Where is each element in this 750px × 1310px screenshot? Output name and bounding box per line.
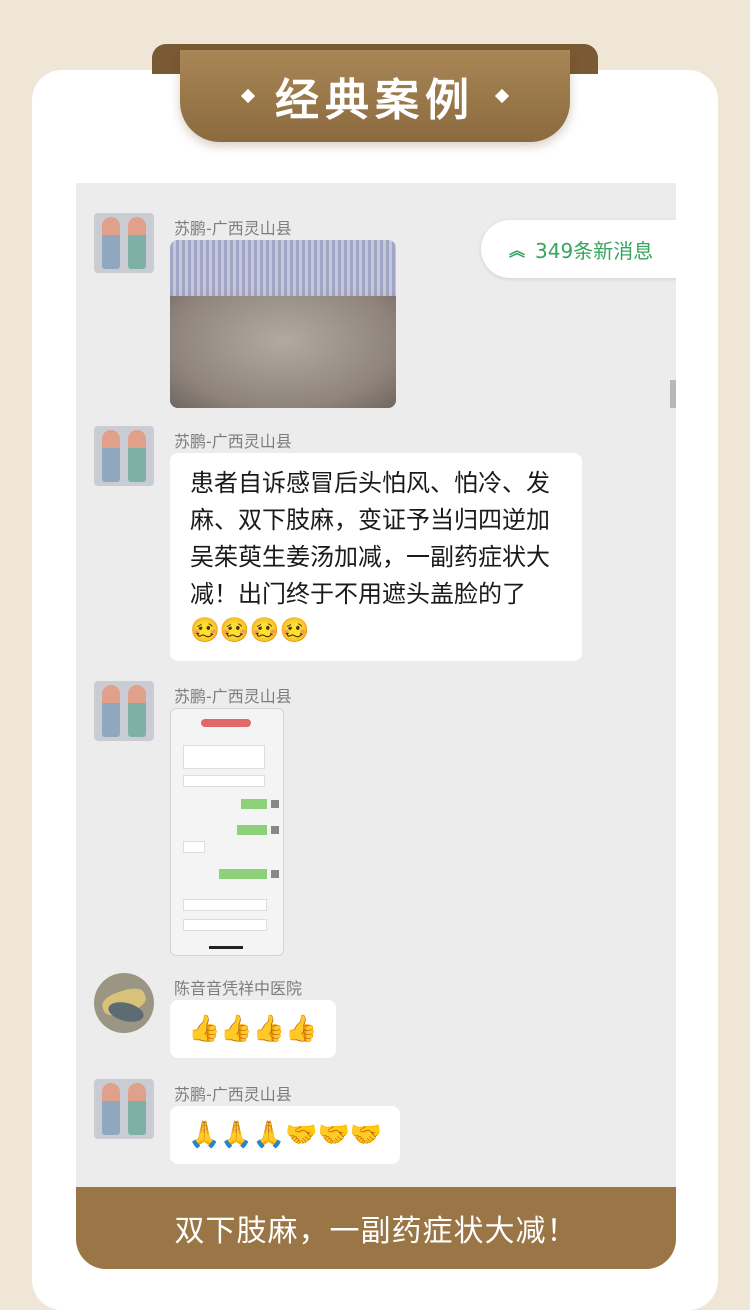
caption-text: 双下肢麻，一副药症状大减！ — [174, 1214, 578, 1249]
message-photo[interactable] — [170, 240, 396, 408]
double-chevron-up-icon: ︽ — [509, 241, 526, 260]
section-banner: 经典案例 — [180, 50, 570, 142]
message-text: 患者自诉感冒后头怕风、怕冷、发麻、双下肢麻，变证予当归四逆加吴茱萸生姜汤加减，一… — [190, 469, 550, 608]
emoji-row: 👍👍👍👍 — [188, 1014, 318, 1044]
avatar[interactable] — [94, 973, 154, 1033]
caption-bar: 双下肢麻，一副药症状大减！ — [76, 1187, 676, 1269]
emoji-row: 🥴🥴🥴🥴 — [190, 616, 310, 644]
new-messages-button[interactable]: ︽ 349条新消息 — [481, 220, 676, 278]
sender-name: 苏鹏-广西灵山县 — [174, 687, 292, 706]
emoji-row: 🙏🙏🙏🤝🤝🤝 — [188, 1120, 383, 1150]
message-bubble[interactable]: 患者自诉感冒后头怕风、怕冷、发麻、双下肢麻，变证予当归四逆加吴茱萸生姜汤加减，一… — [170, 453, 582, 661]
diamond-icon — [240, 88, 256, 104]
new-messages-label: 349条新消息 — [535, 238, 654, 263]
avatar[interactable] — [94, 213, 154, 273]
avatar[interactable] — [94, 1079, 154, 1139]
avatar[interactable] — [94, 681, 154, 741]
sender-name: 苏鹏-广西灵山县 — [174, 219, 292, 238]
chat-screenshot: 苏鹏-广西灵山县 ︽ 349条新消息 苏鹏-广西灵山县 患者自诉感冒后头怕风、怕… — [76, 183, 676, 1193]
sender-name: 苏鹏-广西灵山县 — [174, 1085, 292, 1104]
message-screenshot[interactable] — [170, 708, 284, 956]
avatar[interactable] — [94, 426, 154, 486]
emoji-bubble[interactable]: 👍👍👍👍 — [170, 1000, 336, 1058]
emoji-bubble[interactable]: 🙏🙏🙏🤝🤝🤝 — [170, 1106, 401, 1164]
diamond-icon — [494, 88, 510, 104]
sender-name: 苏鹏-广西灵山县 — [174, 432, 292, 451]
sender-name: 陈音音凭祥中医院 — [174, 979, 303, 998]
banner-title: 经典案例 — [275, 75, 475, 126]
scrollbar-thumb[interactable] — [670, 380, 676, 408]
